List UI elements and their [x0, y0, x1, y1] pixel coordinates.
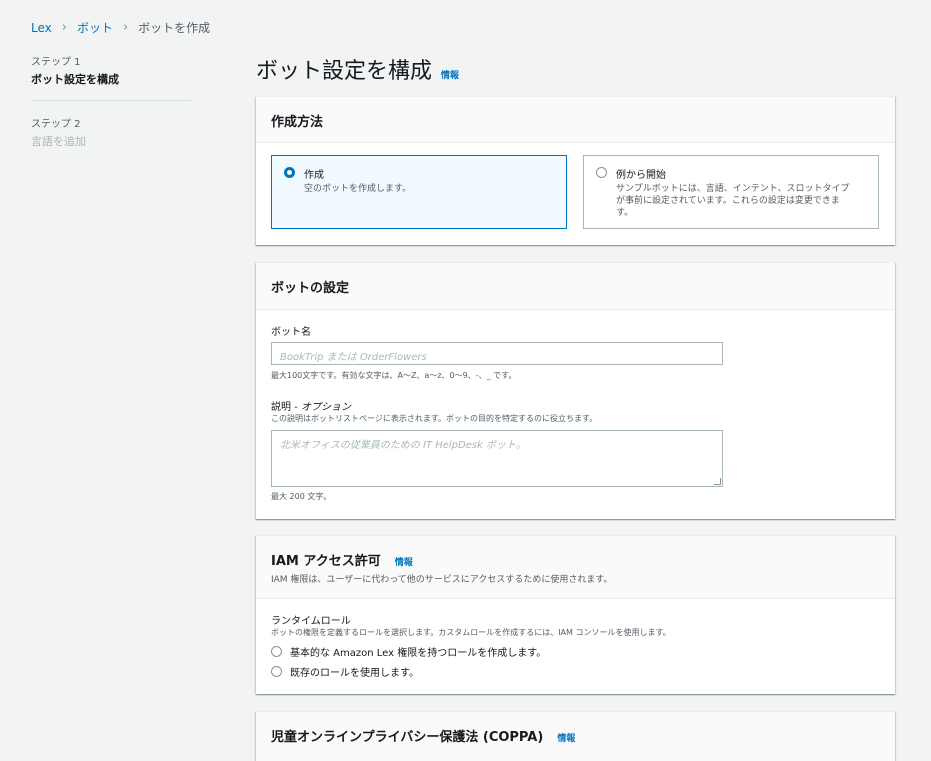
create-blank-radio[interactable] [284, 167, 295, 178]
step-2-label: ステップ 2 [31, 119, 81, 130]
description-label: 説明 - オプション [271, 398, 351, 413]
role-option-existing[interactable]: 既存のロールを使用します。 [271, 664, 419, 679]
desc-line: が事前に設定されています。これらの設定は変更できま [616, 196, 840, 206]
coppa-title: 児童オンラインプライバシー保護法 (COPPA) [271, 730, 544, 745]
page-info-link[interactable]: 情報 [441, 68, 459, 81]
description-sub: この説明はボットリストページに表示されます。ボットの目的を特定するのに役立ちます… [271, 414, 598, 423]
bot-name-label: ボット名 [271, 327, 311, 338]
coppa-info-link[interactable]: 情報 [557, 734, 575, 744]
coppa-panel: 児童オンラインプライバシー保護法 (COPPA) 情報 [256, 711, 895, 761]
bot-settings-header: ボットの設定 [256, 263, 895, 310]
role-existing-label: 既存のロールを使用します。 [290, 668, 419, 679]
breadcrumb: Lex › ボット › ボットを作成 [31, 19, 210, 36]
description-label-text: 説明 [271, 402, 291, 413]
page-title: ボット設定を構成 [256, 59, 433, 84]
step-1-label: ステップ 1 [31, 57, 81, 68]
description-placeholder: 北米オフィスの従業員のための IT HelpDesk ボット。 [280, 440, 526, 451]
start-from-example-tile[interactable]: 例から開始 サンプルボットには、言語、インテント、スロットタイプ が事前に設定さ… [583, 155, 879, 229]
bot-name-hint: 最大100文字です。有効な文字は、A〜Z、a〜z、0〜9、-、_ です。 [271, 371, 517, 380]
start-from-example-desc: サンプルボットには、言語、インテント、スロットタイプ が事前に設定されています。… [616, 183, 866, 219]
bot-settings-panel: ボットの設定 ボット名 BookTrip または OrderFlowers 最大… [256, 262, 895, 519]
chevron-right-icon: › [61, 20, 67, 35]
create-blank-tile[interactable]: 作成 空のボットを作成します。 [271, 155, 567, 229]
step-1-title: ボット設定を構成 [31, 73, 119, 86]
resize-handle-icon[interactable] [714, 478, 721, 485]
chevron-right-icon: › [122, 20, 129, 35]
coppa-header: 児童オンラインプライバシー保護法 (COPPA) 情報 [256, 712, 895, 761]
create-blank-title: 作成 [304, 170, 324, 181]
create-blank-desc: 空のボットを作成します。 [304, 184, 412, 194]
description-textarea[interactable]: 北米オフィスの従業員のための IT HelpDesk ボット。 [271, 430, 723, 487]
start-from-example-title: 例から開始 [616, 170, 666, 181]
creation-method-header: 作成方法 [256, 97, 895, 143]
iam-permissions-panel: IAM アクセス許可 情報 IAM 権限は、ユーザーに代わって他のサービスにアク… [256, 535, 895, 694]
start-from-example-radio[interactable] [596, 167, 607, 178]
bot-settings-title: ボットの設定 [271, 281, 350, 296]
breadcrumb-current: ボットを作成 [138, 21, 211, 35]
role-existing-radio[interactable] [271, 666, 282, 677]
step-divider [31, 100, 191, 101]
iam-sub: IAM 権限は、ユーザーに代わって他のサービスにアクセスするために使用されます。 [271, 575, 613, 585]
breadcrumb-bots[interactable]: ボット [77, 19, 113, 36]
runtime-role-sub: ボットの権限を定義するロールを選択します。カスタムロールを作成するには、IAM … [271, 628, 671, 637]
description-hint: 最大 200 文字。 [271, 492, 332, 501]
wizard-steps: ステップ 1 ボット設定を構成 ステップ 2 言語を追加 [31, 53, 191, 149]
role-create-radio[interactable] [271, 646, 282, 657]
bot-name-input[interactable]: BookTrip または OrderFlowers [271, 342, 723, 365]
creation-method-panel: 作成方法 作成 空のボットを作成します。 例から開始 サンプルボットには、言語、… [256, 96, 895, 245]
role-option-create[interactable]: 基本的な Amazon Lex 権限を持つロールを作成します。 [271, 644, 546, 659]
page-header: ボット設定を構成 情報 [256, 53, 459, 85]
step-2-title: 言語を追加 [31, 135, 86, 148]
iam-info-link[interactable]: 情報 [395, 558, 413, 568]
desc-line: す。 [616, 208, 634, 218]
runtime-role-label: ランタイムロール [271, 616, 351, 627]
role-create-label: 基本的な Amazon Lex 権限を持つロールを作成します。 [290, 648, 547, 659]
iam-header: IAM アクセス許可 情報 IAM 権限は、ユーザーに代わって他のサービスにアク… [256, 536, 895, 599]
desc-line: サンプルボットには、言語、インテント、スロットタイプ [616, 184, 850, 194]
breadcrumb-lex[interactable]: Lex [31, 21, 52, 35]
creation-method-title: 作成方法 [271, 115, 324, 130]
optional-tag: - オプション [291, 402, 351, 413]
iam-title: IAM アクセス許可 [271, 554, 381, 569]
